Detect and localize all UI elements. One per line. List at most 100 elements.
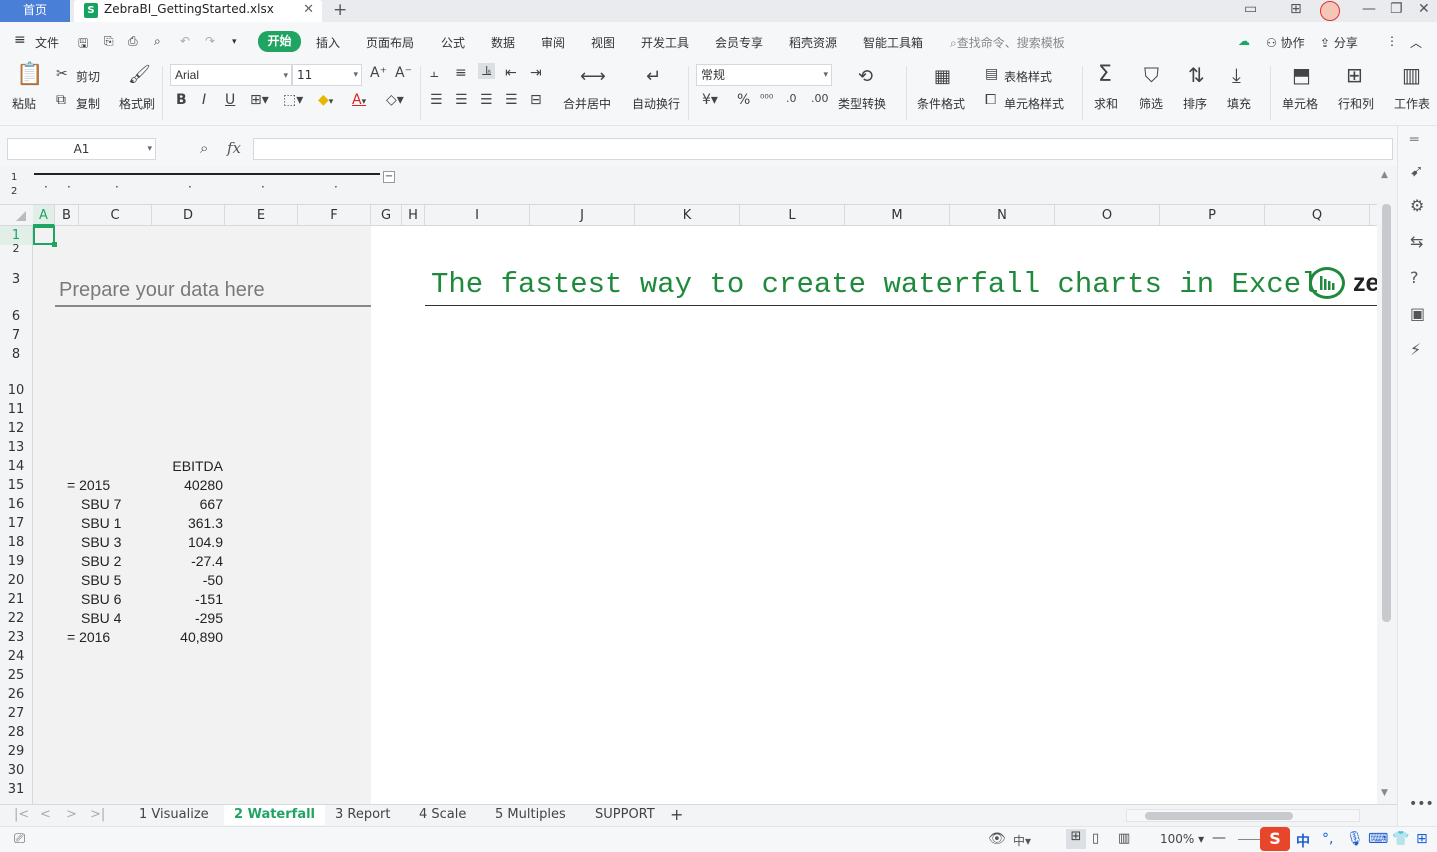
quick-access-dropdown-icon[interactable]: ▾ [232, 37, 237, 47]
sort-button[interactable]: 排序 [1183, 95, 1207, 112]
worksheet-icon[interactable]: ▥ [1402, 65, 1421, 85]
hamburger-icon[interactable]: ≡ [14, 32, 26, 48]
ime-voice-icon[interactable]: 🎙 [1346, 831, 1364, 847]
sum-icon[interactable]: Σ [1098, 64, 1112, 86]
preview-icon[interactable]: ⌕ [154, 34, 161, 49]
column-header-H[interactable]: H [402, 205, 425, 226]
macro-icon[interactable]: ⎚ [14, 831, 25, 847]
font-color-icon[interactable]: A▾ [352, 92, 366, 108]
data-header[interactable]: EBITDA [152, 458, 223, 474]
add-sheet-icon[interactable]: + [670, 805, 683, 824]
font-size-select[interactable]: 11 ▾ [292, 64, 362, 86]
new-tab-icon[interactable]: + [333, 0, 347, 20]
pointer-icon[interactable]: ➹ [1410, 161, 1423, 180]
align-center-icon[interactable]: ☰ [455, 92, 468, 108]
filter-icon[interactable]: ⛉ [1144, 65, 1159, 85]
fx-icon[interactable]: fx [227, 139, 241, 157]
row-header[interactable]: 2 [0, 243, 32, 254]
row-header[interactable]: 13 [0, 438, 32, 457]
scroll-down-icon[interactable]: ▼ [1381, 788, 1388, 798]
data-row-label[interactable]: SBU 1 [81, 515, 121, 531]
collapse-group-button[interactable]: − [383, 171, 395, 183]
save-icon[interactable]: 🖫 [78, 34, 88, 55]
page-layout-view-icon[interactable]: ▯ [1092, 831, 1099, 846]
last-sheet-icon[interactable]: >| [90, 807, 105, 822]
fill-handle[interactable] [52, 242, 57, 247]
fill-button[interactable]: 填充 [1227, 95, 1251, 112]
print-icon[interactable]: ⎙ [128, 34, 138, 49]
row-header[interactable]: 20 [0, 571, 32, 590]
data-row-value[interactable]: 104.9 [152, 534, 223, 550]
italic-icon[interactable]: I [202, 92, 206, 108]
tab-review[interactable]: 审阅 [541, 34, 565, 51]
row-header[interactable]: 22 [0, 609, 32, 628]
row-header[interactable]: 28 [0, 723, 32, 742]
row-header[interactable]: 24 [0, 647, 32, 666]
more-options-icon[interactable]: ••• [1409, 796, 1434, 812]
decrease-decimal-icon[interactable]: .00 [811, 92, 829, 105]
row-header-hidden[interactable] [0, 364, 32, 372]
increase-decimal-icon[interactable]: .0 [786, 92, 797, 105]
share-button[interactable]: ⇪ 分享 [1320, 34, 1358, 51]
align-left-icon[interactable]: ☰ [430, 92, 443, 108]
align-bottom-icon[interactable]: ⫡ [478, 63, 496, 79]
conditional-format-button[interactable]: 条件格式 [917, 95, 965, 112]
merge-center-button[interactable]: 合并居中 [563, 95, 611, 112]
format-painter-icon[interactable]: 🖌 [128, 66, 151, 84]
normal-view-icon[interactable]: ⊞ [1066, 829, 1086, 849]
row-header[interactable]: 26 [0, 685, 32, 704]
name-box[interactable]: A1 ▾ [7, 138, 156, 160]
increase-font-icon[interactable]: A⁺ [370, 65, 387, 81]
row-col-icon[interactable]: ⊞ [1346, 65, 1363, 85]
paste-button[interactable]: 粘贴 [12, 95, 36, 112]
row-header[interactable]: 15 [0, 476, 32, 495]
data-row-value[interactable]: -50 [152, 572, 223, 588]
thousands-icon[interactable]: ⁰⁰⁰ [760, 92, 773, 105]
ime-skin-icon[interactable]: 👕 [1392, 831, 1409, 847]
ime-punct-icon[interactable]: °, [1322, 831, 1333, 847]
sum-button[interactable]: 求和 [1094, 95, 1118, 112]
row-col-button[interactable]: 行和列 [1338, 95, 1374, 112]
row-header[interactable]: 25 [0, 666, 32, 685]
fill-style-icon[interactable]: ⬚▾ [283, 92, 303, 108]
increase-indent-icon[interactable]: ⇥ [530, 65, 542, 81]
zoom-select[interactable]: 100% ▾ [1160, 832, 1204, 846]
data-row-label[interactable]: SBU 2 [81, 553, 121, 569]
zoom-out-icon[interactable]: — [1212, 830, 1226, 846]
next-sheet-icon[interactable]: > [66, 807, 77, 822]
ime-logo-icon[interactable]: S [1260, 827, 1290, 851]
row-header[interactable]: 31 [0, 780, 32, 799]
row-header[interactable]: 14 [0, 457, 32, 476]
tab-docer[interactable]: 稻壳资源 [789, 34, 837, 51]
horizontal-scrollbar[interactable] [1126, 809, 1360, 822]
column-header-A[interactable]: A [33, 205, 55, 226]
underline-icon[interactable]: U [225, 92, 235, 108]
row-header[interactable]: 8 [0, 345, 32, 364]
avatar[interactable] [1320, 1, 1340, 21]
copy-button[interactable]: 复制 [76, 95, 100, 112]
copy-icon[interactable]: ⧉ [56, 92, 66, 108]
conditional-format-icon[interactable]: ▦ [934, 68, 951, 86]
distributed-icon[interactable]: ⊟ [530, 92, 542, 108]
sheet-grid[interactable]: Prepare your data here The fastest way t… [33, 226, 1377, 804]
row-header[interactable]: 23 [0, 628, 32, 647]
filter-button[interactable]: 筛选 [1139, 95, 1163, 112]
data-row-value[interactable]: -27.4 [152, 553, 223, 569]
idea-icon[interactable]: ⚡ [1410, 340, 1421, 359]
select-all-corner[interactable] [0, 205, 33, 226]
tab-view[interactable]: 视图 [591, 34, 615, 51]
pane-handle-icon[interactable]: ═ [1410, 132, 1418, 148]
paste-icon[interactable]: 📋 [16, 64, 43, 86]
close-tab-icon[interactable]: ✕ [303, 2, 314, 17]
cell-style-icon[interactable]: ⧠ [985, 92, 996, 108]
tab-member[interactable]: 会员专享 [715, 34, 763, 51]
collab-button[interactable]: ⚇ 协作 [1266, 34, 1305, 51]
percent-icon[interactable]: % [737, 92, 750, 108]
file-tab[interactable]: S ZebraBI_GettingStarted.xlsx ✕ [74, 0, 322, 22]
align-right-icon[interactable]: ☰ [480, 92, 493, 108]
eye-protection-icon[interactable]: 👁 [988, 831, 1006, 847]
ime-menu-icon[interactable]: ⊞ [1416, 831, 1428, 847]
data-row-label[interactable]: SBU 6 [81, 591, 121, 607]
cell-icon[interactable]: ⬒ [1292, 65, 1311, 85]
tab-home-ribbon[interactable]: 开始 [258, 31, 301, 52]
